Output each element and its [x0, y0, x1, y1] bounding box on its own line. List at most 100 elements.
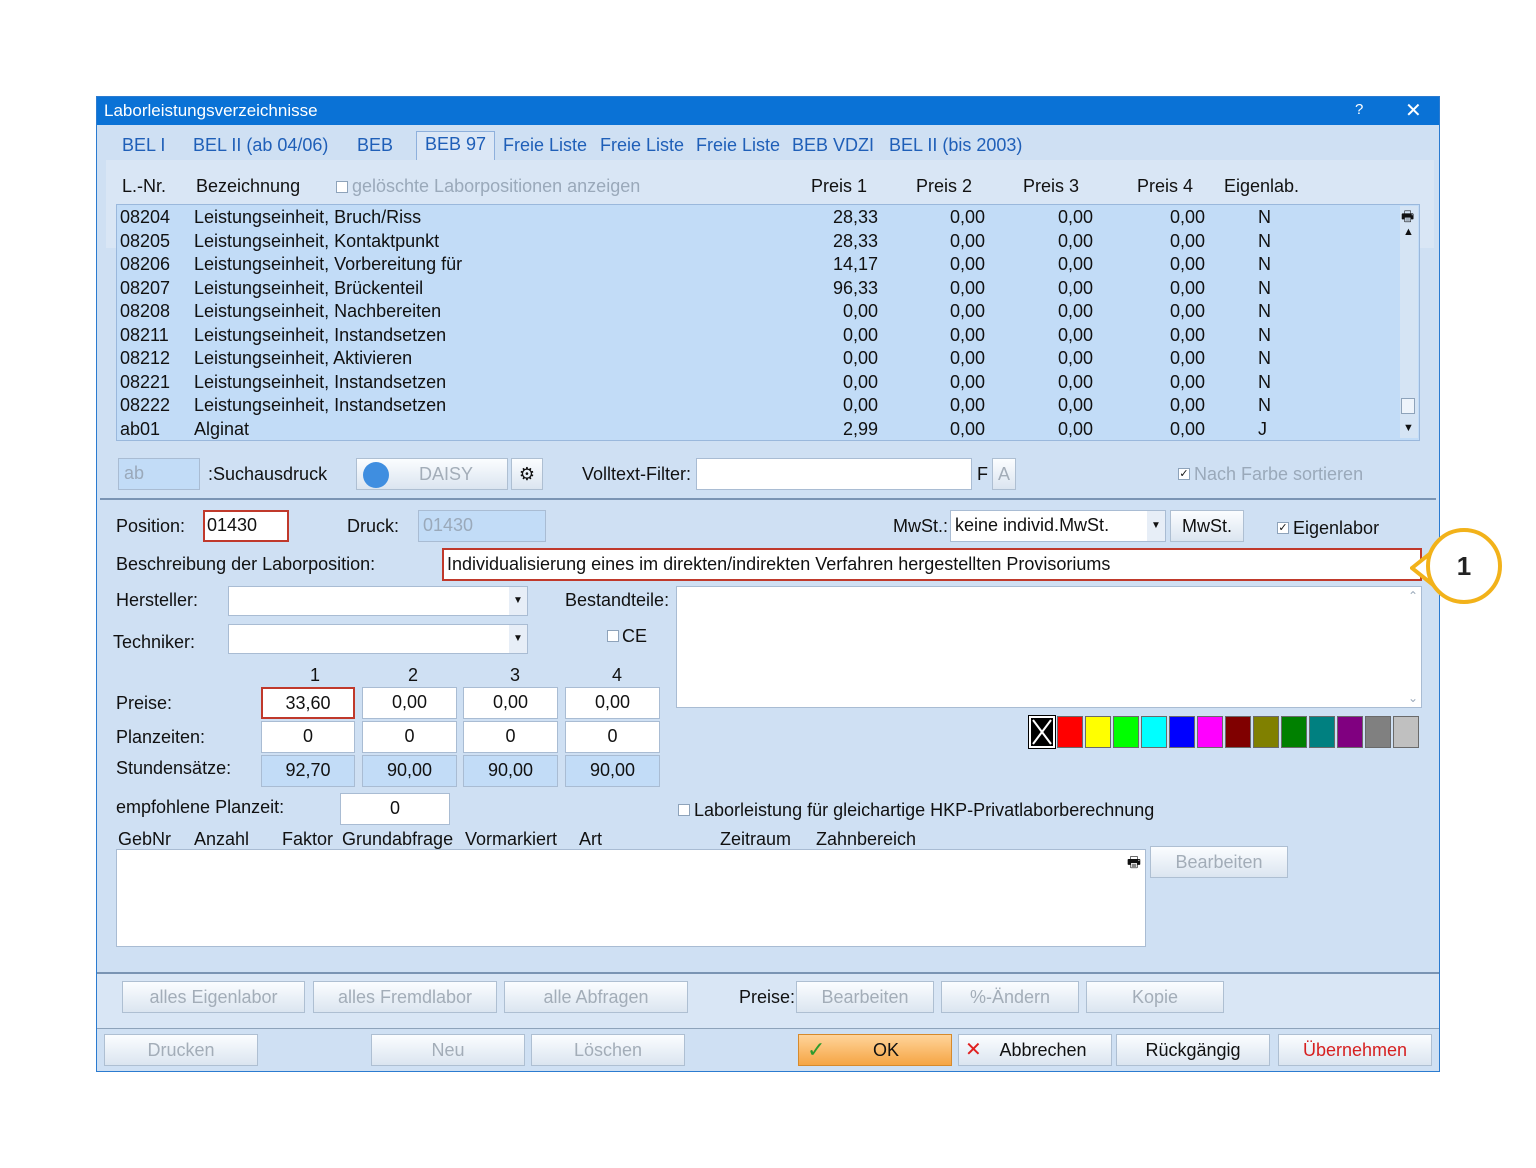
color-swatch[interactable]: [1197, 716, 1223, 748]
color-swatch[interactable]: [1225, 716, 1251, 748]
chevron-down-icon[interactable]: ▼: [509, 587, 527, 615]
beschreibung-input[interactable]: Individualisierung eines im direkten/ind…: [442, 548, 1422, 581]
tab-bel-2-bis-2003[interactable]: BEL II (bis 2003): [889, 135, 1022, 161]
preis-2-input[interactable]: 0,00: [362, 687, 457, 719]
empfohlene-planzeit-input[interactable]: 0: [340, 793, 450, 825]
table-row[interactable]: 08206 Leistungseinheit, Vorbereitung für 1…: [117, 253, 1397, 277]
filter-a-button[interactable]: A: [992, 458, 1016, 490]
color-swatch[interactable]: [1309, 716, 1335, 748]
tab-beb-vdzi[interactable]: BEB VDZI: [792, 135, 874, 161]
color-swatch[interactable]: [1365, 716, 1391, 748]
color-swatch[interactable]: [1337, 716, 1363, 748]
ok-button[interactable]: ✓ OK: [798, 1034, 952, 1066]
col-header-bezeichnung[interactable]: Bezeichnung: [196, 176, 300, 197]
table-row[interactable]: 08212 Leistungseinheit, Aktivieren 0,00 0,0…: [117, 347, 1397, 371]
position-input[interactable]: 01430: [203, 510, 289, 542]
color-swatch[interactable]: [1113, 716, 1139, 748]
alles-eigenlabor-button[interactable]: alles Eigenlabor: [122, 981, 305, 1013]
mwst-button[interactable]: MwSt.: [1170, 510, 1244, 542]
tab-bel-1[interactable]: BEL I: [122, 135, 165, 161]
uebernehmen-button[interactable]: Übernehmen: [1278, 1034, 1432, 1066]
table-row[interactable]: 08207 Leistungseinheit, Brückenteil 96,33 0…: [117, 277, 1397, 301]
col-header-preis-2[interactable]: Preis 2: [916, 176, 972, 197]
stundensatz-4-input[interactable]: 90,00: [565, 755, 660, 787]
mwst-select[interactable]: keine individ.MwSt. ▼: [950, 510, 1166, 542]
ce-checkbox[interactable]: [607, 630, 619, 642]
color-swatch[interactable]: [1281, 716, 1307, 748]
list-scrollbar[interactable]: 🖶 ▲ ▼: [1400, 206, 1418, 438]
color-swatch[interactable]: [1393, 716, 1419, 748]
col-header-preis-4[interactable]: Preis 4: [1137, 176, 1193, 197]
hersteller-select[interactable]: ▼: [228, 586, 528, 616]
help-button[interactable]: ?: [1355, 101, 1363, 118]
scroll-down-icon[interactable]: ▼: [1403, 422, 1414, 434]
color-sort-checkbox[interactable]: ✓: [1178, 468, 1190, 480]
hkp-checkbox[interactable]: [678, 804, 690, 816]
loeschen-button[interactable]: Löschen: [531, 1034, 685, 1066]
table-row[interactable]: 08221 Leistungseinheit, Instandsetzen 0,00…: [117, 371, 1397, 395]
gebnr-table[interactable]: 🖶: [116, 849, 1146, 947]
chevron-down-icon[interactable]: ▼: [1147, 511, 1165, 541]
color-swatch[interactable]: [1057, 716, 1083, 748]
stundensatz-1-input[interactable]: 92,70: [261, 755, 355, 787]
table-row[interactable]: 08211 Leistungseinheit, Instandsetzen 0,00…: [117, 324, 1397, 348]
scroll-thumb[interactable]: [1401, 398, 1415, 414]
print-icon[interactable]: 🖶: [1127, 852, 1141, 877]
planzeit-1-input[interactable]: 0: [261, 721, 355, 753]
tab-freie-liste-3[interactable]: Freie Liste: [696, 135, 780, 161]
lab-positions-list[interactable]: 08204 Leistungseinheit, Bruch/Riss 28,33 0,…: [116, 204, 1420, 441]
drucken-button[interactable]: Drucken: [104, 1034, 258, 1066]
alles-fremdlabor-button[interactable]: alles Fremdlabor: [313, 981, 497, 1013]
color-swatch[interactable]: [1028, 715, 1056, 749]
filter-f-button[interactable]: F: [977, 464, 988, 485]
abbrechen-button[interactable]: ✕ Abbrechen: [958, 1034, 1112, 1066]
rueckgaengig-button[interactable]: Rückgängig: [1116, 1034, 1270, 1066]
table-row[interactable]: 08204 Leistungseinheit, Bruch/Riss 28,33 0,…: [117, 206, 1397, 230]
techniker-select[interactable]: ▼: [228, 624, 528, 654]
scroll-up-icon[interactable]: ▲: [1403, 226, 1414, 238]
planzeit-4-input[interactable]: 0: [565, 721, 660, 753]
kopie-button[interactable]: Kopie: [1086, 981, 1224, 1013]
show-deleted-checkbox[interactable]: [336, 181, 348, 193]
preis-3-input[interactable]: 0,00: [463, 687, 558, 719]
planzeit-2-input[interactable]: 0: [362, 721, 457, 753]
chevron-down-icon[interactable]: ▼: [509, 625, 527, 653]
table-row[interactable]: 08205 Leistungseinheit, Kontaktpunkt 28,33…: [117, 230, 1397, 254]
color-swatch[interactable]: [1253, 716, 1279, 748]
druck-input[interactable]: 01430: [418, 510, 546, 542]
preis-4-input[interactable]: 0,00: [565, 687, 660, 719]
tab-beb[interactable]: BEB: [357, 135, 393, 161]
col-header-lnr[interactable]: L.-Nr.: [122, 176, 166, 197]
gebnr-bearbeiten-button[interactable]: Bearbeiten: [1150, 846, 1288, 878]
color-swatch[interactable]: [1169, 716, 1195, 748]
tab-beb-97[interactable]: BEB 97: [416, 131, 496, 161]
prozent-aendern-button[interactable]: %-Ändern: [941, 981, 1079, 1013]
settings-button[interactable]: ⚙: [511, 458, 543, 490]
bestandteile-textarea[interactable]: ⌃ ⌄: [676, 586, 1422, 708]
scroll-down-icon[interactable]: ⌄: [1408, 691, 1418, 705]
tab-freie-liste-2[interactable]: Freie Liste: [600, 135, 684, 161]
planzeit-3-input[interactable]: 0: [463, 721, 558, 753]
table-row[interactable]: 08222 Leistungseinheit, Instandsetzen 0,00…: [117, 394, 1397, 418]
close-button[interactable]: ✕: [1405, 98, 1422, 123]
table-row[interactable]: 08208 Leistungseinheit, Nachbereiten 0,00 0…: [117, 300, 1397, 324]
col-header-preis-3[interactable]: Preis 3: [1023, 176, 1079, 197]
search-input[interactable]: ab: [118, 458, 200, 490]
tab-freie-liste-1[interactable]: Freie Liste: [503, 135, 587, 161]
col-header-eigenlab[interactable]: Eigenlab.: [1224, 176, 1299, 197]
eigenlabor-checkbox[interactable]: ✓: [1277, 522, 1289, 534]
color-swatch[interactable]: [1141, 716, 1167, 748]
tab-bel-2-ab-0406[interactable]: BEL II (ab 04/06): [193, 135, 328, 161]
stundensatz-2-input[interactable]: 90,00: [362, 755, 457, 787]
daisy-button[interactable]: DAISY: [356, 458, 508, 490]
fulltext-filter-input[interactable]: [696, 458, 972, 490]
table-row[interactable]: ab01 Alginat 2,99 0,00 0,00 0,00 J: [117, 418, 1397, 442]
alle-abfragen-button[interactable]: alle Abfragen: [504, 981, 688, 1013]
preis-1-input[interactable]: 33,60: [261, 687, 355, 719]
preise-bearbeiten-button[interactable]: Bearbeiten: [796, 981, 934, 1013]
scroll-up-icon[interactable]: ⌃: [1408, 589, 1418, 603]
stundensatz-3-input[interactable]: 90,00: [463, 755, 558, 787]
color-swatch[interactable]: [1085, 716, 1111, 748]
neu-button[interactable]: Neu: [371, 1034, 525, 1066]
col-header-preis-1[interactable]: Preis 1: [811, 176, 867, 197]
